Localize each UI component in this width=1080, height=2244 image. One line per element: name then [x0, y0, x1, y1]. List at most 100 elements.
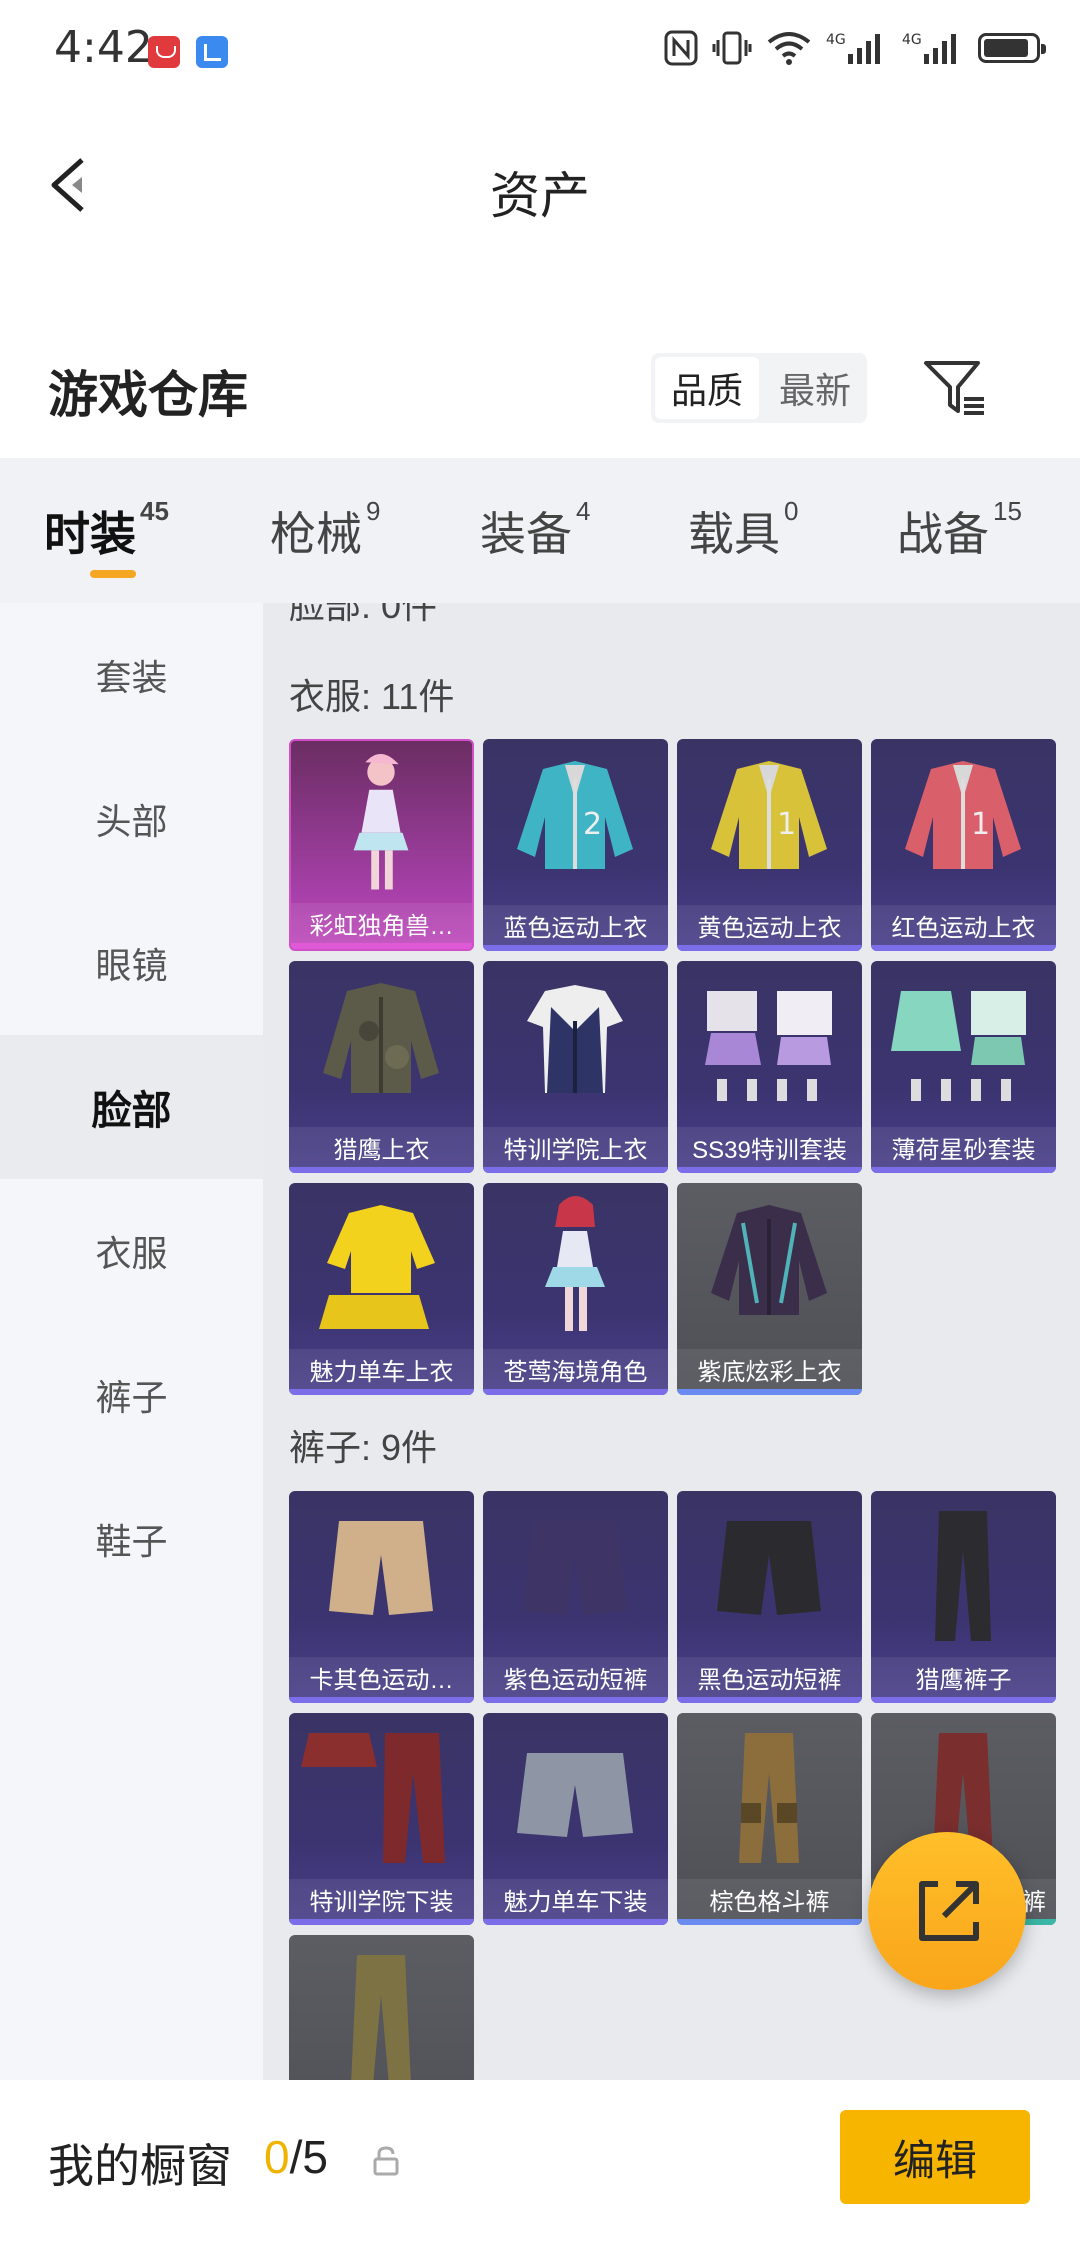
shirt-icon: [319, 1205, 435, 1329]
item-card[interactable]: 2 蓝色运动上衣: [483, 739, 668, 951]
status-icons: 4G 4G: [664, 30, 1046, 66]
sidebar-item-pants[interactable]: 裤子: [0, 1323, 263, 1467]
sidebar-item-outfit[interactable]: 套装: [0, 603, 263, 747]
tab-fashion-label: 时装: [44, 508, 136, 560]
item-name: 黄色运动上衣: [677, 905, 862, 945]
showcase-count: 0/5: [264, 2130, 328, 2184]
item-card[interactable]: 魅力单车上衣: [289, 1183, 474, 1395]
denim-shorts-icon: [517, 1753, 633, 1837]
item-name: 特训学院上衣: [483, 1127, 668, 1167]
tab-guns-label: 枪械: [270, 508, 362, 560]
sidebar-item-shoes[interactable]: 鞋子: [0, 1467, 263, 1611]
net-label-1: 4G: [826, 32, 846, 48]
cellular-signal-icon-2: 4G: [902, 30, 964, 66]
vest-icon: [527, 985, 623, 1093]
rarity-bar: [289, 1697, 474, 1703]
item-name: 棕色格斗裤: [677, 1879, 862, 1919]
sort-newest-option[interactable]: 最新: [763, 353, 867, 423]
outfit-set-icon: [891, 991, 1026, 1101]
item-name: 特训学院下装: [289, 1879, 474, 1919]
item-card[interactable]: SS39特训套装: [677, 961, 862, 1173]
character-figure-icon: [353, 753, 409, 890]
item-card[interactable]: 猎鹰上衣: [289, 961, 474, 1173]
sort-quality-option[interactable]: 品质: [655, 357, 759, 419]
item-card[interactable]: 1 红色运动上衣: [871, 739, 1056, 951]
item-card[interactable]: 紫色运动短裤: [483, 1491, 668, 1703]
sidebar-item-glasses[interactable]: 眼镜: [0, 891, 263, 1035]
item-name: 魅力单车下装: [483, 1879, 668, 1919]
item-card[interactable]: 特训学院下装: [289, 1713, 474, 1925]
rarity-bar: [677, 1389, 862, 1395]
item-card[interactable]: 猎鹰裤子: [871, 1491, 1056, 1703]
rarity-bar: [289, 1919, 474, 1925]
rarity-bar: [483, 1697, 668, 1703]
filter-icon: [924, 361, 984, 415]
svg-text:2: 2: [583, 807, 602, 842]
jacket-icon: 1: [905, 761, 1021, 869]
tab-battle-prep-label: 战备: [897, 508, 989, 560]
item-card[interactable]: [289, 1935, 474, 2080]
app-header: 资产: [0, 100, 1080, 270]
tab-equipment-label: 装备: [480, 508, 572, 560]
item-name: 猎鹰裤子: [871, 1657, 1056, 1697]
rarity-bar: [289, 1389, 474, 1395]
item-card[interactable]: 魅力单车下装: [483, 1713, 668, 1925]
svg-text:1: 1: [971, 807, 990, 842]
clothes-section-label: 衣服: 11件: [289, 676, 455, 717]
warehouse-title: 游戏仓库: [48, 367, 248, 423]
item-card[interactable]: 棕色格斗裤: [677, 1713, 862, 1925]
share-fab[interactable]: [868, 1832, 1026, 1990]
cellular-signal-icon-1: 4G: [826, 30, 888, 66]
filter-button[interactable]: [920, 353, 990, 423]
sidebar-item-clothes[interactable]: 衣服: [0, 1179, 263, 1323]
sidebar-item-face[interactable]: 脸部: [0, 1035, 263, 1179]
item-card[interactable]: 彩虹独角兽…: [289, 739, 474, 951]
tab-battle-prep-count: 15: [993, 496, 1022, 526]
item-name: 魅力单车上衣: [289, 1349, 474, 1389]
status-bar: 4:42 4G 4G: [0, 0, 1080, 100]
item-name: 红色运动上衣: [871, 905, 1056, 945]
item-card[interactable]: 苍莺海境角色: [483, 1183, 668, 1395]
skirt-trousers-icon: [301, 1733, 445, 1863]
huawei-notification-icon: [148, 36, 180, 68]
jacket-icon: 2: [517, 761, 633, 869]
tab-battle-prep[interactable]: 战备 15: [897, 496, 1022, 564]
item-card[interactable]: 紫底炫彩上衣: [677, 1183, 862, 1395]
outfit-set-icon: [705, 991, 832, 1101]
trousers-icon: [935, 1511, 991, 1641]
rarity-bar: [871, 945, 1056, 951]
active-tab-indicator: [90, 570, 136, 578]
shorts-icon: [329, 1521, 433, 1615]
nfc-icon: [664, 30, 698, 66]
shorts-icon: [717, 1521, 821, 1615]
rarity-bar: [483, 1919, 668, 1925]
status-time: 4:42: [54, 22, 153, 73]
edit-button[interactable]: 编辑: [840, 2110, 1030, 2204]
sort-toggle: 品质 最新: [651, 353, 867, 423]
rarity-bar: [677, 945, 862, 951]
rarity-bar: [871, 1167, 1056, 1173]
item-name: 薄荷星砂套装: [871, 1127, 1056, 1167]
tab-fashion-count: 45: [140, 496, 169, 526]
item-name: 卡其色运动…: [289, 1657, 474, 1697]
character-figure-icon: [545, 1196, 605, 1331]
item-card[interactable]: 1 黄色运动上衣: [677, 739, 862, 951]
rarity-bar: [483, 1389, 668, 1395]
shorts-icon: [523, 1521, 627, 1615]
rarity-bar: [677, 1167, 862, 1173]
item-card[interactable]: 薄荷星砂套装: [871, 961, 1056, 1173]
tab-vehicles[interactable]: 载具 0: [688, 496, 798, 564]
rarity-bar: [483, 945, 668, 951]
camo-jacket-icon: [323, 983, 439, 1093]
tab-equipment[interactable]: 装备 4: [480, 496, 590, 564]
item-card[interactable]: 特训学院上衣: [483, 961, 668, 1173]
item-name: 黑色运动短裤: [677, 1657, 862, 1697]
face-section-label: 脸部: 0件: [289, 603, 438, 626]
lock-icon: [373, 2146, 399, 2176]
tab-guns[interactable]: 枪械 9: [270, 496, 380, 564]
subcategory-sidebar: 套装 头部 眼镜 脸部 衣服 裤子 鞋子: [0, 603, 263, 2080]
sidebar-item-head[interactable]: 头部: [0, 747, 263, 891]
tab-fashion[interactable]: 时装 45: [44, 496, 169, 564]
item-card[interactable]: 黑色运动短裤: [677, 1491, 862, 1703]
item-card[interactable]: 卡其色运动…: [289, 1491, 474, 1703]
